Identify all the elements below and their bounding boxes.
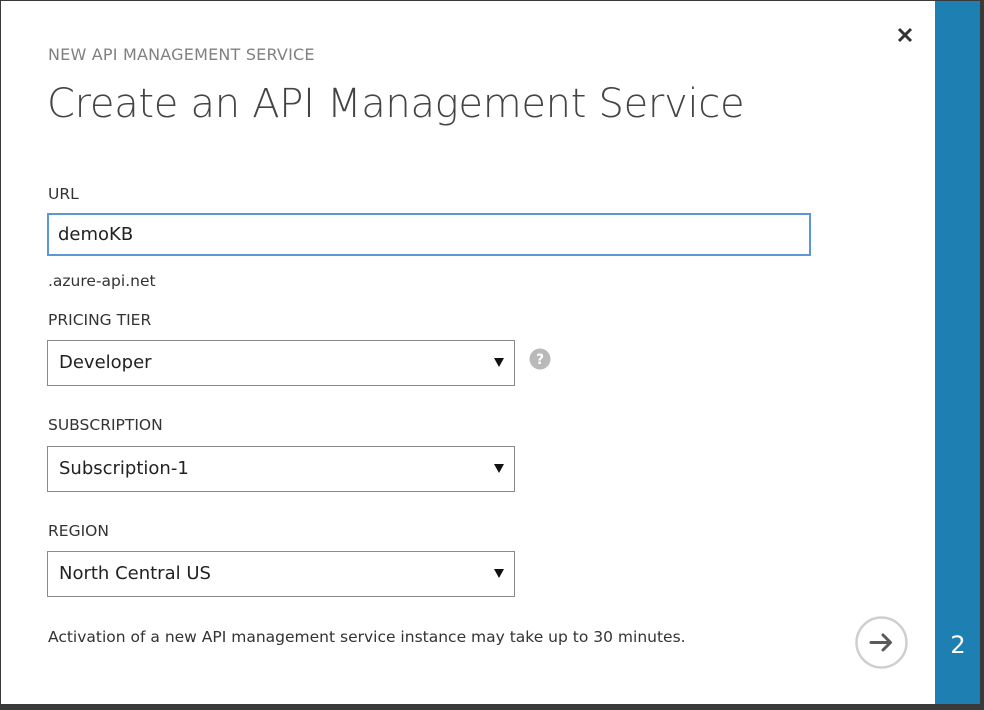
region-value: North Central US — [59, 563, 211, 584]
subscription-label: SUBSCRIPTION — [48, 416, 163, 434]
dropdown-arrow-icon — [494, 464, 504, 473]
region-label: REGION — [48, 522, 109, 540]
url-input[interactable] — [47, 213, 811, 256]
region-select[interactable]: North Central US — [47, 551, 515, 597]
dialog-subtitle: NEW API MANAGEMENT SERVICE — [48, 45, 315, 64]
url-label: URL — [48, 185, 79, 203]
next-button[interactable] — [854, 615, 909, 670]
pricing-tier-select[interactable]: Developer — [47, 340, 515, 386]
subscription-value: Subscription-1 — [59, 458, 189, 479]
help-button[interactable]: ? — [529, 348, 551, 370]
close-icon — [897, 27, 913, 43]
step-number: 2 — [950, 631, 966, 659]
pricing-tier-value: Developer — [59, 352, 152, 373]
dropdown-arrow-icon — [494, 358, 504, 367]
dropdown-arrow-icon — [494, 569, 504, 578]
help-icon: ? — [529, 348, 551, 370]
pricing-tier-label: PRICING TIER — [48, 311, 152, 329]
dialog-main: NEW API MANAGEMENT SERVICE Create an API… — [1, 1, 935, 704]
window-edge — [980, 0, 984, 710]
svg-text:?: ? — [536, 352, 544, 368]
close-button[interactable] — [893, 23, 917, 47]
step-rail: 2 — [935, 1, 981, 704]
subscription-select[interactable]: Subscription-1 — [47, 446, 515, 492]
activation-note: Activation of a new API management servi… — [48, 628, 686, 646]
url-suffix: .azure-api.net — [48, 272, 156, 290]
page-title: Create an API Management Service — [47, 81, 745, 127]
dialog-frame: NEW API MANAGEMENT SERVICE Create an API… — [0, 0, 984, 710]
arrow-right-icon — [855, 616, 908, 669]
